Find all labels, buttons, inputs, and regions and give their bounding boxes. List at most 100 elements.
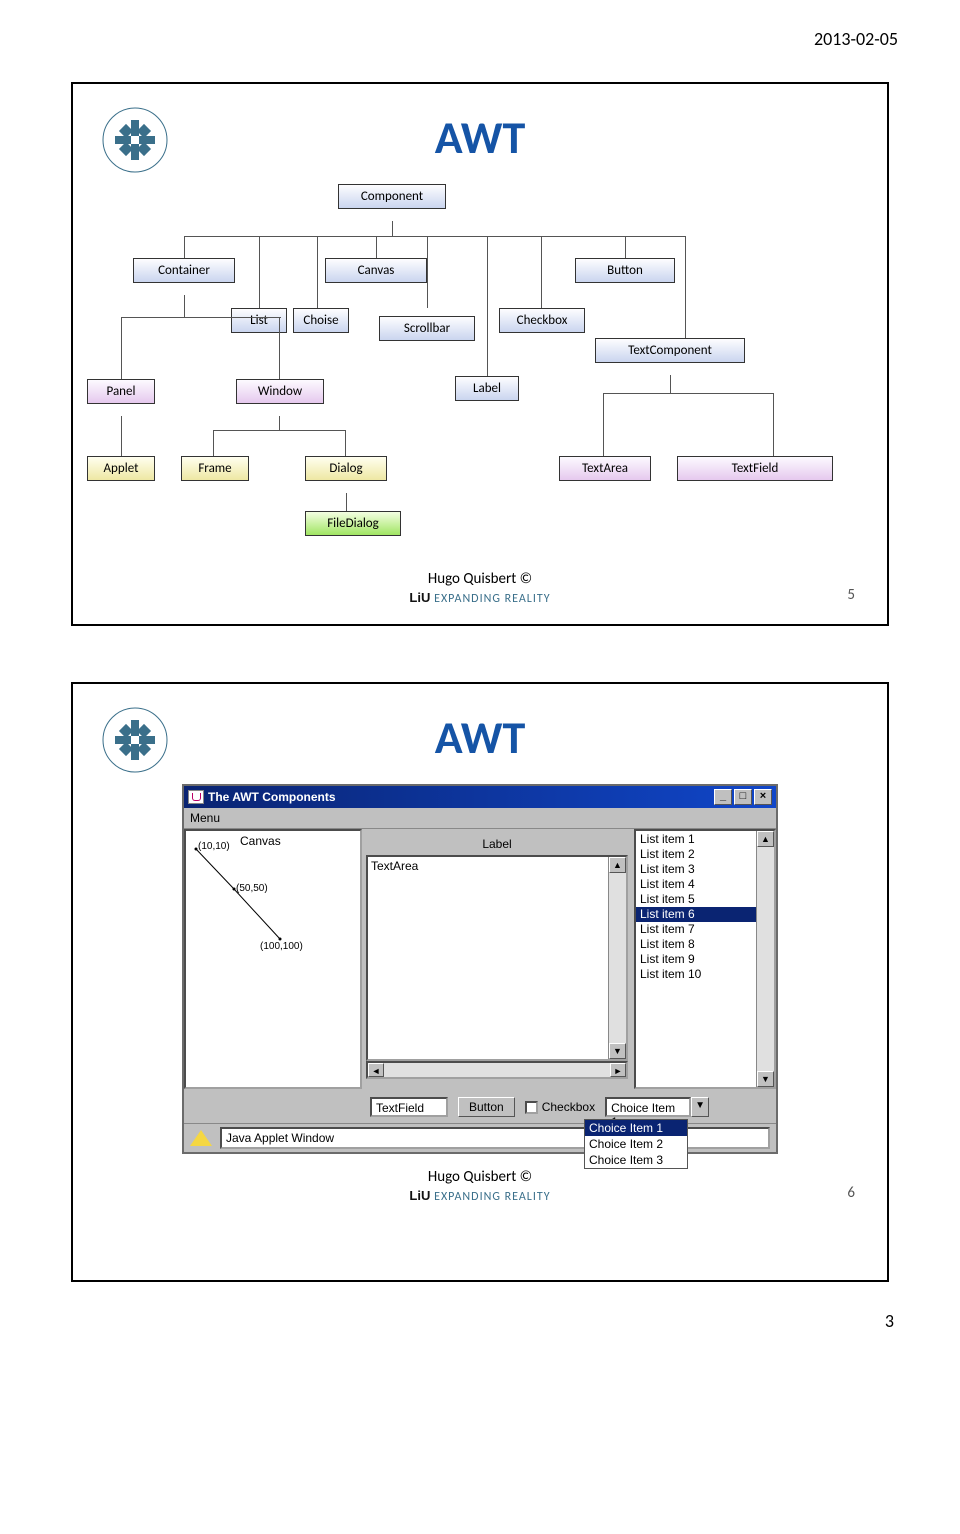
textarea-widget[interactable]: TextArea ▲ ▼	[366, 855, 628, 1061]
list-item[interactable]: List item 3	[636, 862, 756, 877]
node-filedialog: FileDialog	[305, 511, 401, 536]
connector	[392, 221, 393, 236]
node-textarea: TextArea	[559, 456, 651, 481]
node-textcomponent: TextComponent	[595, 338, 745, 363]
connector	[184, 295, 185, 317]
canvas-point-2: (50,50)	[236, 883, 268, 894]
connector	[685, 236, 686, 338]
slide-footer: Hugo Quisbert © LiU LiU EXPANDING REALIT…	[99, 570, 861, 606]
minimize-button[interactable]: _	[714, 789, 732, 805]
controls-row: TextField Button Checkbox Choice Item 1 …	[184, 1089, 776, 1123]
node-checkbox: Checkbox	[499, 308, 585, 333]
connector	[317, 236, 318, 308]
list-item[interactable]: List item 2	[636, 847, 756, 862]
node-textfield: TextField	[677, 456, 833, 481]
button-widget[interactable]: Button	[458, 1097, 515, 1117]
liu-tagline: LiU EXPANDING REALITY	[99, 1188, 861, 1204]
textfield-widget[interactable]: TextField	[370, 1097, 448, 1117]
slide-number: 6	[847, 1184, 855, 1202]
author-text: Hugo Quisbert ©	[99, 1168, 861, 1186]
textarea-vscroll[interactable]: ▲ ▼	[608, 857, 626, 1059]
scroll-right-icon[interactable]: ►	[610, 1063, 626, 1077]
liu-logo-icon	[101, 706, 169, 774]
scroll-up-icon[interactable]: ▲	[757, 831, 774, 847]
canvas-point-3: (100,100)	[260, 941, 303, 952]
inherit-triangle-icon	[272, 405, 286, 416]
content-area: Canvas (10,10) (50,50) (100,100) Label	[184, 829, 776, 1089]
list-item[interactable]: List item 8	[636, 937, 756, 952]
slide-2: AWT The AWT Components _ □ × Menu Canvas	[71, 682, 889, 1282]
connector	[121, 416, 122, 456]
textarea-hscroll[interactable]: ◄ ►	[366, 1061, 628, 1079]
node-applet: Applet	[87, 456, 155, 481]
maximize-button[interactable]: □	[734, 789, 752, 805]
canvas-pane[interactable]: Canvas (10,10) (50,50) (100,100)	[184, 829, 362, 1089]
connector	[773, 393, 774, 456]
connector	[625, 236, 626, 258]
window-title: The AWT Components	[208, 790, 336, 804]
titlebar: The AWT Components _ □ ×	[184, 786, 776, 808]
node-choise: Choise	[293, 308, 349, 333]
list-item[interactable]: List item 10	[636, 967, 756, 982]
choice-option[interactable]: Choice Item 2	[585, 1136, 687, 1152]
list-item[interactable]: List item 9	[636, 952, 756, 967]
scroll-up-icon[interactable]: ▲	[609, 857, 626, 873]
connector	[346, 493, 347, 511]
node-component: Component	[338, 184, 446, 209]
inherit-triangle-icon	[114, 405, 128, 416]
awt-hierarchy-diagram: Component Container Canvas Button List C…	[101, 184, 861, 564]
page-number: 3	[0, 1282, 960, 1352]
connector	[487, 236, 488, 376]
header-date: 2013-02-05	[0, 0, 960, 58]
list-item[interactable]: List item 4	[636, 877, 756, 892]
connector	[259, 236, 260, 308]
checkbox-label: Checkbox	[542, 1100, 595, 1114]
connector	[121, 317, 122, 379]
textarea-content: TextArea	[368, 857, 608, 1059]
scroll-down-icon[interactable]: ▼	[757, 1071, 774, 1087]
slide-title: AWT	[99, 710, 861, 766]
connector	[603, 393, 604, 456]
list-item[interactable]: List item 7	[636, 922, 756, 937]
liu-logo-icon	[101, 106, 169, 174]
inherit-triangle-icon	[385, 210, 399, 221]
warning-icon	[190, 1130, 212, 1146]
choice-dropdown[interactable]: Choice Item 1Choice Item 2Choice Item 3	[584, 1119, 688, 1169]
node-dialog: Dialog	[305, 456, 387, 481]
author-text: Hugo Quisbert ©	[99, 570, 861, 588]
liu-tagline: LiU LiU EXPANDING REALITYEXPANDING REALI…	[99, 590, 861, 606]
node-panel: Panel	[87, 379, 155, 404]
connector	[279, 416, 280, 430]
inherit-triangle-icon	[339, 482, 353, 493]
connector	[427, 236, 428, 308]
node-frame: Frame	[181, 456, 249, 481]
list-item[interactable]: List item 1	[636, 832, 756, 847]
node-container: Container	[133, 258, 235, 283]
list-item[interactable]: List item 5	[636, 892, 756, 907]
label-widget: Label	[362, 829, 632, 855]
node-window: Window	[236, 379, 324, 404]
checkbox-box-icon[interactable]	[525, 1101, 538, 1114]
list-item[interactable]: List item 6	[636, 907, 756, 922]
slide-footer: Hugo Quisbert © LiU EXPANDING REALITY 6	[99, 1168, 861, 1204]
choice-option[interactable]: Choice Item 3	[585, 1152, 687, 1168]
menubar[interactable]: Menu	[184, 808, 776, 829]
choice-option[interactable]: Choice Item 1	[585, 1120, 687, 1136]
node-label: Label	[455, 376, 519, 401]
list-vscroll[interactable]: ▲ ▼	[756, 831, 774, 1087]
node-scrollbar: Scrollbar	[379, 316, 475, 341]
scroll-left-icon[interactable]: ◄	[368, 1063, 384, 1077]
scroll-down-icon[interactable]: ▼	[609, 1043, 626, 1059]
checkbox-widget[interactable]: Checkbox	[525, 1100, 595, 1114]
close-button[interactable]: ×	[754, 789, 772, 805]
connector	[376, 236, 377, 258]
inherit-triangle-icon	[177, 284, 191, 295]
slide-title: AWT	[99, 110, 861, 166]
chevron-down-icon[interactable]: ▼	[691, 1097, 709, 1117]
node-canvas: Canvas	[325, 258, 427, 283]
connector	[121, 317, 281, 318]
middle-column: Label TextArea ▲ ▼ ◄ ►	[362, 829, 632, 1089]
choice-widget[interactable]: Choice Item 1 ▼	[605, 1097, 709, 1117]
list-widget[interactable]: List item 1List item 2List item 3List it…	[634, 829, 776, 1089]
node-button: Button	[575, 258, 675, 283]
